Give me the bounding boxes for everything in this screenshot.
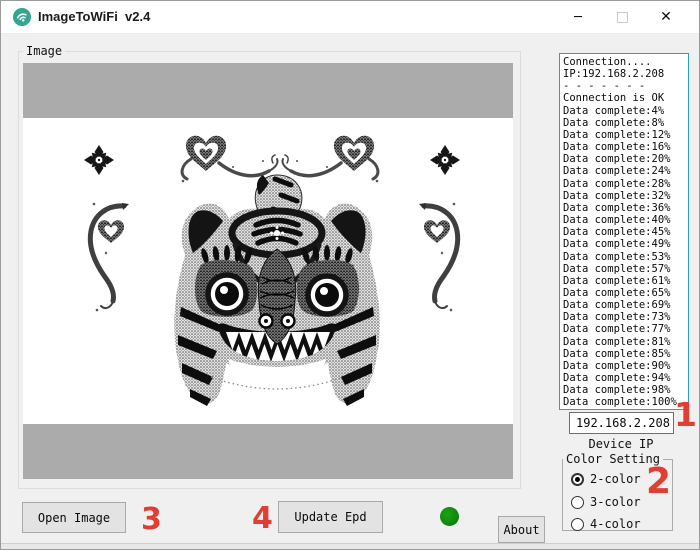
device-ip-label: Device IP: [569, 437, 673, 451]
log-line: Data complete:40%: [563, 214, 688, 226]
log-line: Connection is OK: [563, 92, 688, 104]
image-groupbox-label: Image: [23, 45, 65, 57]
titlebar: ImageToWiFi v2.4 ─ ✕: [1, 1, 699, 34]
log-line: Data complete:85%: [563, 348, 688, 360]
radio-2-color[interactable]: 2-color: [571, 472, 641, 486]
radio-label-4-color: 4-color: [590, 517, 641, 531]
update-epd-button[interactable]: Update Epd: [278, 501, 383, 533]
log-line: Data complete:16%: [563, 141, 688, 153]
tiger-eye-left: [208, 275, 246, 313]
radio-label-3-color: 3-color: [590, 495, 641, 509]
about-button[interactable]: About: [498, 516, 545, 543]
log-line: Data complete:32%: [563, 190, 688, 202]
log-line: Data complete:98%: [563, 384, 688, 396]
radio-circle-3-color[interactable]: [571, 496, 584, 509]
log-line: Data complete:24%: [563, 165, 688, 177]
window-bottom-edge: [1, 543, 699, 550]
log-line: Data complete:28%: [563, 178, 688, 190]
device-ip-input[interactable]: [569, 412, 674, 434]
log-line: Data complete:94%: [563, 372, 688, 384]
annotation-1: 1: [674, 398, 697, 431]
log-line: Data complete:4%: [563, 105, 688, 117]
app-icon: [13, 8, 31, 26]
log-line: Data complete:57%: [563, 263, 688, 275]
connection-log[interactable]: Connection....IP:192.168.2.208- - - - - …: [559, 53, 689, 410]
close-button[interactable]: ✕: [644, 1, 688, 33]
log-line: Data complete:73%: [563, 311, 688, 323]
log-line: Data complete:69%: [563, 299, 688, 311]
maximize-button[interactable]: [600, 1, 644, 33]
radio-label-2-color: 2-color: [590, 472, 641, 486]
log-line: Data complete:100%: [563, 396, 688, 408]
log-line: Data complete:8%: [563, 117, 688, 129]
window-title: ImageToWiFi v2.4: [38, 9, 150, 24]
log-line: Data complete:77%: [563, 323, 688, 335]
log-line: - - - - - - -: [563, 80, 688, 92]
tiger-eye-right: [308, 276, 346, 314]
log-line: Data complete:45%: [563, 226, 688, 238]
radio-circle-4-color[interactable]: [571, 518, 584, 531]
open-image-button[interactable]: Open Image: [22, 502, 126, 533]
annotation-3: 3: [141, 505, 162, 535]
image-preview: [23, 63, 513, 479]
log-line: Connection....: [563, 56, 688, 68]
annotation-2: 2: [646, 464, 671, 500]
minimize-button[interactable]: ─: [556, 1, 600, 33]
log-line: IP:192.168.2.208: [563, 68, 688, 80]
log-line: Data complete:90%: [563, 360, 688, 372]
annotation-4: 4: [252, 504, 273, 534]
app-window: ImageToWiFi v2.4 ─ ✕ Image: [0, 0, 700, 550]
radio-4-color[interactable]: 4-color: [571, 517, 641, 531]
radio-selected-dot: [575, 477, 580, 482]
log-line: Data complete:20%: [563, 153, 688, 165]
log-line: Data complete:61%: [563, 275, 688, 287]
log-line: Data complete:49%: [563, 238, 688, 250]
tiger-illustration: [174, 175, 380, 406]
log-line: Data complete:65%: [563, 287, 688, 299]
maximize-icon: [617, 12, 628, 23]
radio-3-color[interactable]: 3-color: [571, 495, 641, 509]
image-bottom-band: [23, 424, 513, 479]
radio-circle-2-color[interactable]: [571, 473, 584, 486]
status-indicator: [440, 507, 459, 526]
log-line: Data complete:53%: [563, 251, 688, 263]
image-top-band: [23, 63, 513, 118]
log-line: Data complete:36%: [563, 202, 688, 214]
log-line: Data complete:12%: [563, 129, 688, 141]
log-line: Data complete:81%: [563, 336, 688, 348]
